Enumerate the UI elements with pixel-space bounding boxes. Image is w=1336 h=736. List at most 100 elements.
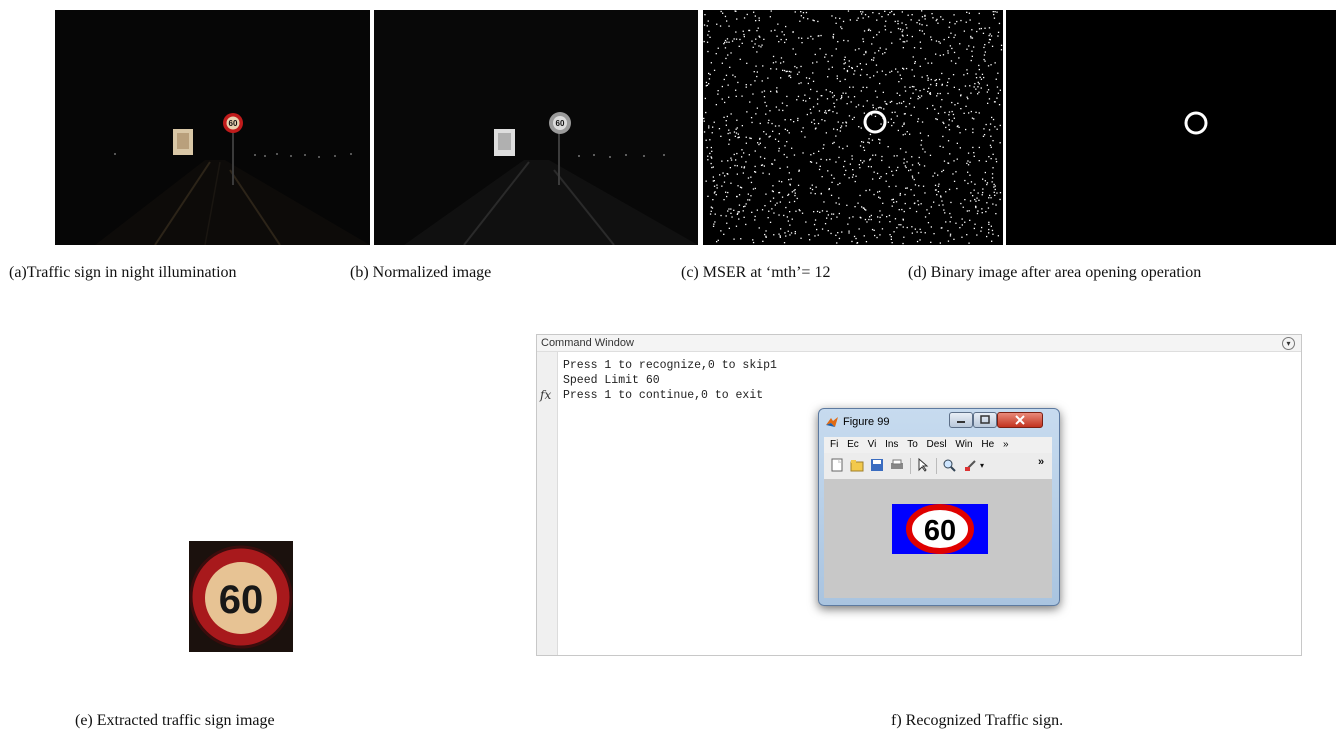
mser-speckle	[706, 146, 708, 149]
mser-speckle	[900, 224, 902, 226]
mser-speckle	[916, 22, 918, 24]
mser-speckle	[791, 218, 793, 220]
menu-desktop[interactable]: Desl	[927, 439, 947, 450]
menu-edit[interactable]: Ec	[847, 439, 859, 450]
mser-speckle	[891, 242, 893, 244]
mser-speckle	[723, 181, 726, 183]
menu-help[interactable]: He	[981, 439, 994, 450]
mser-speckle	[988, 197, 990, 199]
mser-speckle	[861, 206, 863, 208]
mser-speckle	[824, 120, 826, 122]
mser-speckle	[817, 122, 820, 125]
mser-speckle	[948, 26, 950, 28]
mser-speckle	[778, 133, 780, 135]
mser-speckle	[984, 27, 986, 29]
menu-tools[interactable]: To	[907, 439, 918, 450]
mser-speckle	[921, 30, 923, 32]
mser-speckle	[852, 169, 854, 171]
mser-speckle	[813, 211, 815, 213]
mser-speckle	[907, 14, 909, 16]
menu-overflow-icon[interactable]: »	[1003, 439, 1009, 450]
mser-speckle	[857, 202, 859, 204]
mser-speckle	[716, 23, 718, 25]
mser-speckle	[897, 27, 900, 30]
mser-speckle	[999, 124, 1001, 127]
mser-speckle	[788, 179, 790, 181]
mser-speckle	[877, 216, 879, 218]
mser-speckle	[910, 114, 912, 116]
mser-speckle	[763, 96, 766, 98]
menu-view[interactable]: Vi	[868, 439, 877, 450]
menu-file[interactable]: Fi	[830, 439, 838, 450]
mser-speckle	[764, 146, 766, 149]
mser-speckle	[723, 43, 725, 45]
mser-speckle	[856, 19, 858, 21]
mser-speckle	[785, 25, 787, 28]
mser-speckle	[884, 29, 887, 31]
mser-speckle	[902, 242, 904, 245]
mser-speckle	[796, 73, 799, 75]
chevron-down-icon[interactable]: ▾	[1282, 337, 1295, 350]
mser-speckle	[777, 140, 780, 142]
print-icon[interactable]	[890, 458, 904, 472]
mser-speckle	[833, 128, 835, 130]
mser-speckle	[995, 204, 997, 206]
mser-speckle	[919, 97, 921, 99]
mser-speckle	[977, 81, 979, 83]
command-line-3[interactable]: Press 1 to continue,0 to exit	[563, 389, 763, 402]
mser-speckle	[903, 68, 905, 70]
mser-speckle	[775, 68, 778, 70]
open-folder-icon[interactable]	[850, 458, 864, 472]
mser-speckle	[791, 147, 793, 149]
mser-speckle	[711, 132, 713, 134]
mser-speckle	[866, 100, 868, 102]
mser-speckle	[837, 121, 839, 123]
mser-speckle	[825, 132, 827, 134]
save-icon[interactable]	[870, 458, 884, 472]
new-file-icon[interactable]	[830, 458, 844, 472]
mser-speckle	[970, 37, 972, 39]
pointer-icon[interactable]	[916, 458, 930, 472]
mser-speckle	[879, 216, 881, 219]
zoom-in-icon[interactable]	[942, 458, 956, 472]
menu-window[interactable]: Win	[955, 439, 972, 450]
mser-speckle	[846, 145, 848, 147]
mser-speckle	[971, 50, 973, 52]
mser-speckle	[783, 69, 786, 72]
mser-speckle	[851, 158, 853, 160]
toolbar-overflow-icon[interactable]: »	[1038, 456, 1044, 468]
mser-speckle	[964, 221, 966, 223]
mser-speckle	[754, 150, 756, 152]
mser-speckle	[968, 45, 970, 47]
mser-speckle	[765, 113, 767, 115]
close-icon[interactable]	[997, 412, 1043, 428]
mser-speckle	[821, 176, 823, 178]
mser-speckle	[703, 40, 705, 43]
mser-speckle	[817, 98, 819, 100]
minimize-icon[interactable]	[949, 412, 973, 428]
mser-speckle	[874, 234, 876, 237]
dropdown-arrow-icon[interactable]: ▾	[980, 461, 984, 470]
mser-speckle	[720, 230, 722, 232]
extracted-sign-label: 60	[219, 578, 264, 622]
mser-speckle	[955, 171, 957, 173]
mser-speckle	[789, 224, 791, 226]
menu-insert[interactable]: Ins	[885, 439, 898, 450]
mser-speckle	[917, 162, 920, 164]
figure-window[interactable]: Figure 99 Fi Ec Vi Ins To Desl Win He »	[818, 408, 1060, 606]
mser-speckle	[830, 194, 833, 196]
mser-speckle	[879, 177, 881, 179]
mser-speckle	[895, 201, 898, 203]
mser-speckle	[831, 92, 833, 94]
mser-speckle	[868, 218, 870, 221]
mser-speckle	[749, 137, 751, 139]
mser-speckle	[754, 215, 756, 218]
data-brush-icon[interactable]	[964, 458, 978, 472]
mser-speckle	[991, 240, 993, 242]
mser-speckle	[784, 119, 786, 121]
maximize-icon[interactable]	[973, 412, 997, 428]
mser-speckle	[783, 153, 785, 156]
mser-speckle	[788, 132, 790, 134]
mser-speckle	[920, 139, 923, 142]
mser-speckle	[913, 106, 915, 108]
